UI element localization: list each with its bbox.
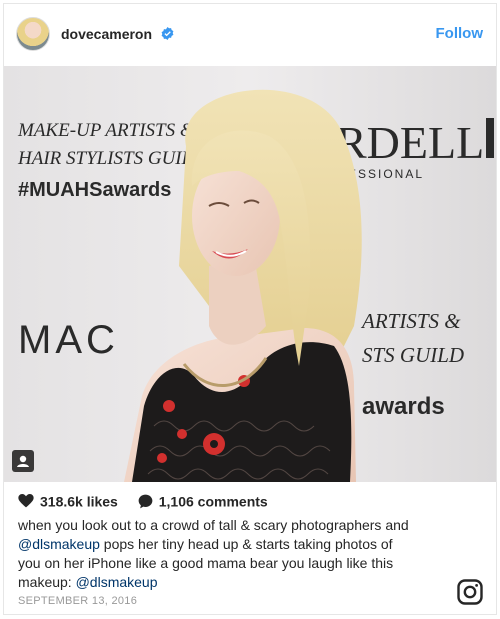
- instagram-logo-icon[interactable]: [457, 579, 483, 605]
- backdrop-text-1: MAKE-UP ARTISTS &: [17, 120, 195, 141]
- mention-link[interactable]: @dlsmakeup: [18, 536, 100, 552]
- post-stats: 318.6k likes 1,106 comments: [18, 492, 268, 512]
- mention-link[interactable]: @dlsmakeup: [76, 574, 158, 590]
- backdrop-brand-text: RDELL: [336, 117, 484, 168]
- verified-badge-icon: [161, 27, 174, 40]
- likes-count: 318.6k likes: [40, 493, 118, 510]
- post-photo[interactable]: MAKE-UP ARTISTS & HAIR STYLISTS GUILD #M…: [4, 66, 496, 482]
- backdrop-right-text-3: awards: [362, 393, 445, 420]
- comments-count: 1,106 comments: [158, 493, 268, 510]
- post-caption: when you look out to a crowd of tall & s…: [18, 516, 473, 592]
- backdrop-mac-logo: MAC: [18, 318, 119, 362]
- photo-illustration: MAKE-UP ARTISTS & HAIR STYLISTS GUILD #M…: [4, 66, 496, 482]
- avatar[interactable]: [16, 17, 50, 51]
- comment-bubble-icon[interactable]: [138, 494, 153, 509]
- heart-icon[interactable]: [18, 494, 34, 508]
- post-date: SEPTEMBER 13, 2016: [18, 595, 138, 607]
- instagram-embed-card: dovecameron Follow MAKE-UP ARTISTS & HAI…: [3, 3, 497, 615]
- backdrop-text-2: HAIR STYLISTS GUILD: [17, 148, 206, 169]
- follow-button[interactable]: Follow: [436, 25, 484, 42]
- user-tag-icon[interactable]: [12, 450, 34, 472]
- backdrop-right-text-2: STS GUILD: [362, 343, 464, 367]
- caption-line: makeup: @dlsmakeup: [18, 574, 158, 590]
- username[interactable]: dovecameron: [61, 26, 152, 42]
- backdrop-right-text-1: ARTISTS &: [360, 309, 461, 333]
- backdrop-brand-sub: ESSIONAL: [348, 167, 424, 181]
- caption-line: you on her iPhone like a good mama bear …: [18, 555, 394, 571]
- post-header: dovecameron Follow: [4, 4, 496, 66]
- caption-line: when you look out to a crowd of tall & s…: [18, 517, 409, 533]
- backdrop-hashtag: #MUAHSawards: [18, 179, 171, 201]
- caption-line: @dlsmakeup pops her tiny head up & start…: [18, 536, 393, 552]
